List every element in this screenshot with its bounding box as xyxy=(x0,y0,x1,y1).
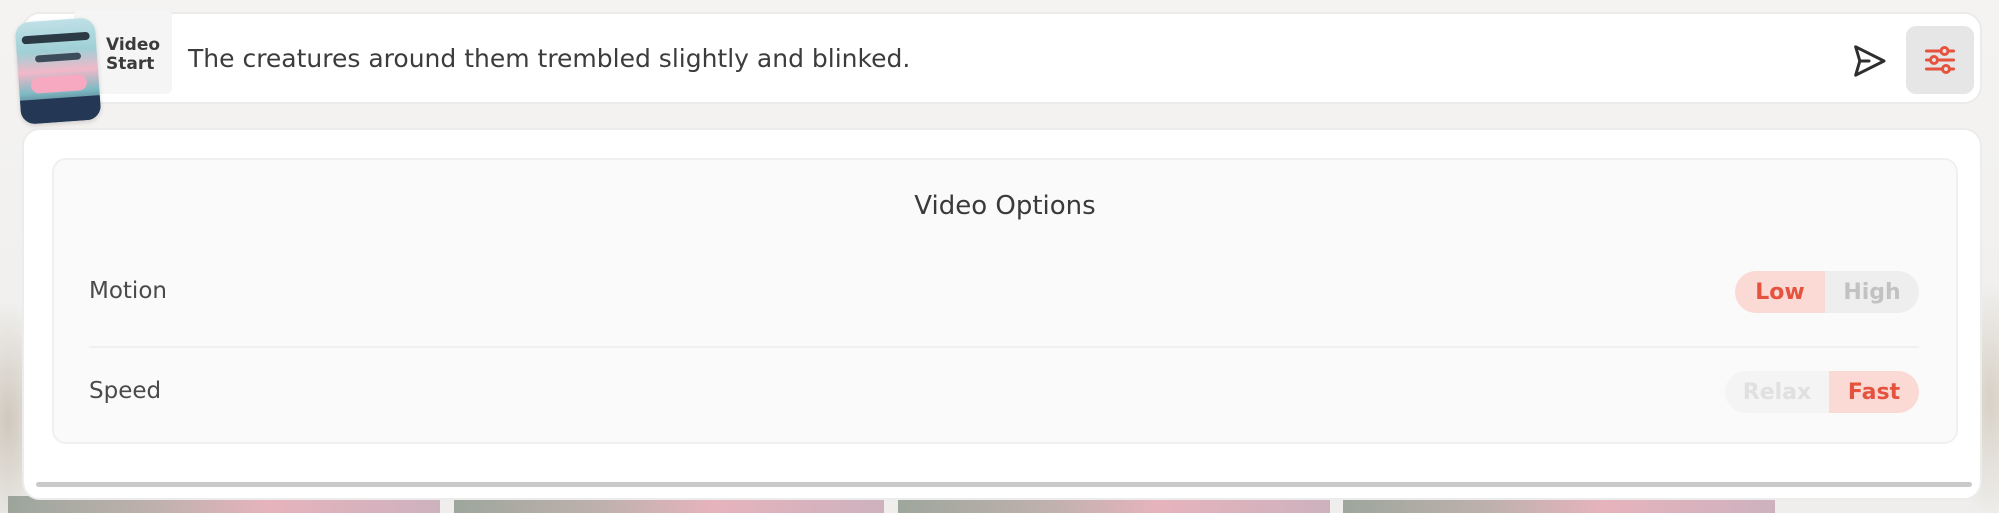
row-divider xyxy=(89,346,1919,348)
speed-option-fast[interactable]: Fast xyxy=(1829,371,1919,413)
motion-toggle[interactable]: Low High xyxy=(1735,271,1919,313)
motion-label: Motion xyxy=(89,278,167,304)
thumbnail-decoration xyxy=(21,31,90,45)
thumbnail-decoration xyxy=(34,52,82,63)
thumbnail-decoration xyxy=(30,74,88,94)
video-options-title: Video Options xyxy=(914,191,1096,221)
panel-scrollbar[interactable] xyxy=(36,482,1972,487)
sliders-icon xyxy=(1925,46,1955,74)
video-start-label-line2: Start xyxy=(106,54,155,74)
prompt-text[interactable]: The creatures around them trembled sligh… xyxy=(188,44,910,73)
speed-option-relax[interactable]: Relax xyxy=(1725,371,1829,413)
motion-option-low[interactable]: Low xyxy=(1735,271,1825,313)
speed-label: Speed xyxy=(89,378,162,404)
settings-button[interactable] xyxy=(1906,26,1974,94)
video-start-image[interactable] xyxy=(14,17,102,125)
send-icon xyxy=(1854,45,1886,77)
motion-option-high[interactable]: High xyxy=(1825,271,1919,313)
video-start-label-line1: Video xyxy=(106,35,161,55)
speed-toggle[interactable]: Relax Fast xyxy=(1725,371,1919,413)
send-button[interactable] xyxy=(1846,38,1892,84)
video-start-label: Video Start xyxy=(106,36,170,74)
